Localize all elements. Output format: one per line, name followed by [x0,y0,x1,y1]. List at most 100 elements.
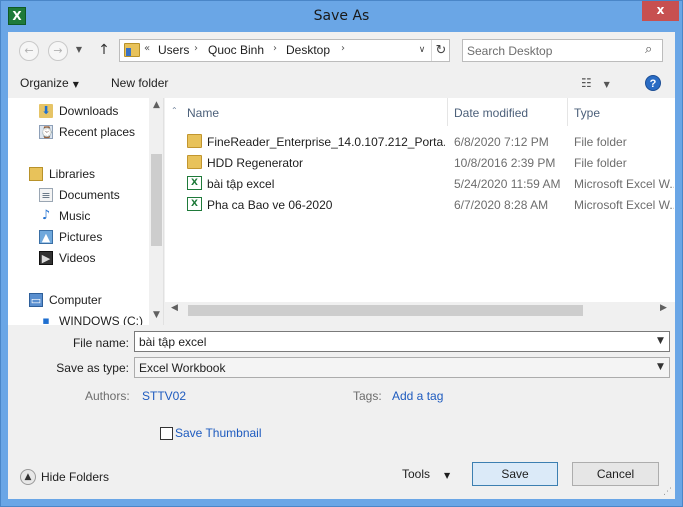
chevron-down-icon[interactable]: ▼ [657,336,664,346]
breadcrumb-users[interactable]: Users [158,43,189,57]
hide-folders-button[interactable]: ▲ [20,469,36,485]
nav-item-videos[interactable]: ▶ Videos [8,248,148,268]
save-as-type-value: Excel Workbook [139,361,226,375]
close-button[interactable]: x [642,1,679,21]
save-thumbnail-label[interactable]: Save Thumbnail [175,426,262,440]
file-name: bài tập excel [207,177,275,191]
hide-folders-label[interactable]: Hide Folders [41,470,109,484]
table-row[interactable]: HDD Regenerator 10/8/2016 2:39 PM File f… [165,152,675,173]
file-date: 6/7/2020 8:28 AM [454,198,549,212]
nav-item-label: WINDOWS (C:) [59,314,143,325]
organize-button[interactable]: Organize ▼ [20,76,79,90]
nav-pane-scrollbar[interactable]: ▲ ▼ [149,98,163,325]
forward-button[interactable]: → [48,41,68,61]
nav-item-label: Libraries [49,167,96,181]
table-row[interactable]: X Pha ca Bao ve 06-2020 6/7/2020 8:28 AM… [165,194,675,215]
column-header-label: Name [187,106,220,120]
recent-locations-dropdown[interactable]: ▼ [74,41,84,61]
breadcrumb-quoc-binh[interactable]: Quoc Binh [208,43,264,57]
caret-down-icon: ▼ [72,80,79,89]
window-title: Save As [313,8,370,24]
column-header-name[interactable]: ⌃ Name [165,98,448,126]
help-button[interactable]: ? [645,75,661,91]
caret-down-icon: ▼ [444,471,451,480]
breadcrumb-separator-icon[interactable]: › [194,43,198,54]
drive-icon: ▪ [42,314,50,325]
forward-arrow-icon: → [53,44,63,57]
search-box[interactable]: ⌕ [462,39,663,62]
help-icon: ? [649,78,657,90]
save-thumbnail-checkbox[interactable] [160,427,173,440]
breadcrumb-separator-icon[interactable]: › [341,43,345,54]
new-folder-button[interactable]: New folder [111,76,168,90]
breadcrumb-overflow-icon[interactable]: « [144,43,150,54]
column-header-label: Date modified [454,106,529,120]
scroll-down-icon[interactable]: ▼ [151,310,162,320]
address-history-dropdown[interactable]: ∨ [415,42,429,59]
nav-item-pictures[interactable]: ▲ Pictures [8,227,148,247]
search-icon[interactable]: ⌕ [645,42,652,57]
file-name: Pha ca Bao ve 06-2020 [207,198,333,212]
back-arrow-icon: ← [24,44,34,57]
chevron-down-icon: ∨ [418,45,426,55]
column-header-label: Type [574,106,601,120]
breadcrumb-separator-icon[interactable]: › [273,43,277,54]
file-name-input[interactable] [139,334,639,349]
scrollbar-thumb[interactable] [151,154,162,246]
folder-icon [187,134,202,148]
recent-places-icon: ⌚ [39,125,54,139]
nav-item-libraries[interactable]: Libraries [8,164,148,184]
nav-item-documents[interactable]: ≡ Documents [8,185,148,205]
save-as-type-select[interactable]: Excel Workbook ▼ [134,357,670,378]
back-button[interactable]: ← [19,41,39,61]
scroll-up-icon[interactable]: ▲ [151,100,162,110]
navigation-pane[interactable]: ⬇ Downloads ⌚ Recent places Libraries ≡ … [8,98,164,325]
nav-item-music[interactable]: ♪ Music [8,206,148,226]
chevron-up-icon: ▲ [24,472,32,482]
up-button[interactable]: ↑ [96,40,112,60]
file-list-horizontal-scrollbar[interactable]: ◀ ▶ [165,302,675,319]
nav-item-computer[interactable]: ▭ Computer [8,290,148,310]
file-name-label: File name: [72,336,129,350]
save-button[interactable]: Save [472,462,558,486]
details-view-icon: ☷ [581,76,592,90]
file-type: File folder [574,135,627,149]
table-row[interactable]: FineReader_Enterprise_14.0.107.212_Porta… [165,131,675,152]
dialog-body: ← → ▼ ↑ « Users › Quoc Binh › Desktop › … [8,32,675,499]
nav-item-label: Pictures [59,230,103,244]
scroll-left-icon[interactable]: ◀ [171,303,178,313]
file-list[interactable]: ⌃ Name Date modified Type FineReader_Ent… [165,98,675,302]
computer-icon: ▭ [29,293,43,307]
nav-item-downloads[interactable]: ⬇ Downloads [8,101,148,121]
authors-value[interactable]: STTV02 [142,389,186,403]
column-header-type[interactable]: Type [568,98,675,126]
scrollbar-thumb[interactable] [188,305,583,316]
tools-button[interactable]: Tools ▼ [402,467,450,481]
up-arrow-icon: ↑ [98,42,110,58]
refresh-button[interactable]: ↻ [431,40,450,61]
table-row[interactable]: X bài tập excel 5/24/2020 11:59 AM Micro… [165,173,675,194]
excel-file-icon: X [187,176,202,190]
music-icon: ♪ [41,208,51,223]
scroll-right-icon[interactable]: ▶ [660,303,667,313]
nav-item-label: Music [59,209,91,223]
sort-ascending-icon: ⌃ [171,106,178,115]
file-name-field[interactable]: ▼ [134,331,670,352]
nav-item-label: Recent places [59,125,136,139]
breadcrumb-desktop[interactable]: Desktop [286,43,330,57]
authors-label: Authors: [85,389,130,403]
nav-item-windows-c[interactable]: ▪ WINDOWS (C:) [8,311,148,325]
location-folder-icon [124,43,140,57]
organize-label: Organize [20,76,69,90]
nav-item-recent-places[interactable]: ⌚ Recent places [8,122,148,142]
title-bar[interactable]: X Save As x [1,1,682,32]
add-tag-link[interactable]: Add a tag [392,389,443,403]
cancel-button[interactable]: Cancel [572,462,659,486]
resize-grip-icon[interactable]: ⋰ [663,487,672,497]
nav-item-label: Downloads [59,104,119,118]
change-view-button[interactable]: ☷ ▼ [581,76,610,90]
column-header-date-modified[interactable]: Date modified [448,98,568,126]
search-input[interactable] [467,43,637,59]
refresh-icon: ↻ [435,43,447,58]
address-bar[interactable]: « Users › Quoc Binh › Desktop › ∨ ↻ [119,39,450,62]
